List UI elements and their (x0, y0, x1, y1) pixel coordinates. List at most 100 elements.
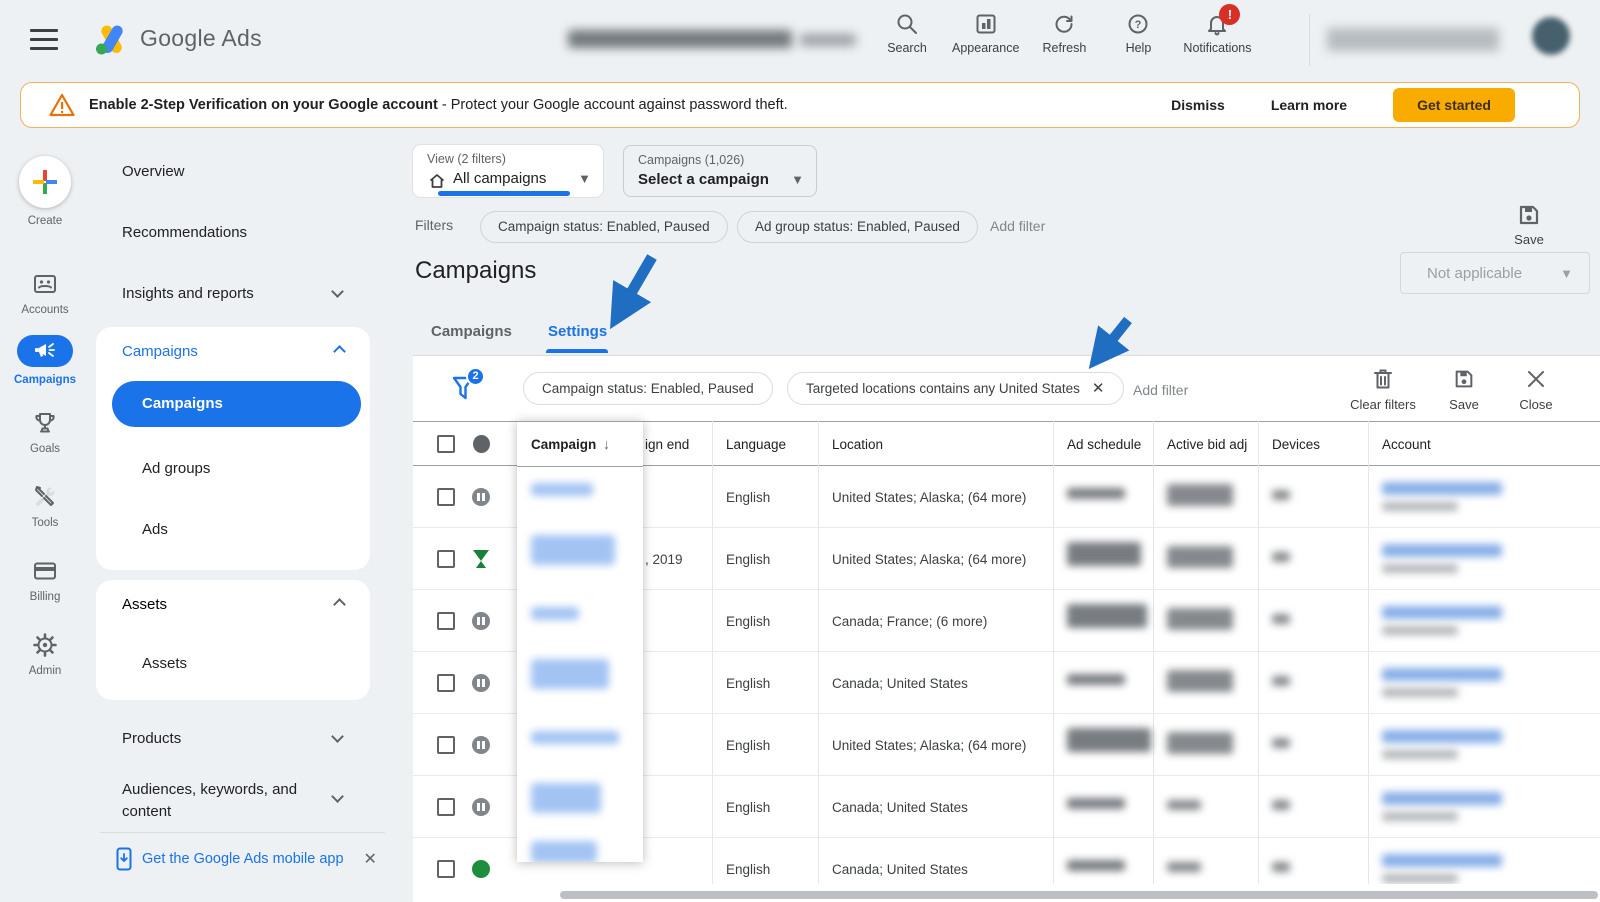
rail-item-goals[interactable]: Goals (0, 410, 90, 455)
account-link-redacted[interactable] (1382, 606, 1502, 619)
nav-item-audiences[interactable]: Audiences, keywords, and content (122, 779, 332, 823)
help-icon: ? (1128, 14, 1148, 34)
rail-item-admin[interactable]: Admin (0, 632, 90, 677)
add-filter-button[interactable]: Add filter (990, 218, 1045, 234)
chevron-up-icon[interactable] (333, 345, 346, 358)
help-button[interactable]: ? Help (1109, 12, 1167, 55)
megaphone-icon (35, 343, 55, 357)
column-header-ad-schedule[interactable]: Ad schedule (1067, 437, 1141, 452)
column-header-account[interactable]: Account (1382, 437, 1431, 452)
chevron-up-icon[interactable] (333, 598, 346, 611)
column-header-location[interactable]: Location (832, 437, 883, 452)
campaign-link-redacted[interactable] (531, 535, 615, 565)
account-link-redacted[interactable] (1382, 854, 1502, 867)
campaign-link-redacted[interactable] (531, 483, 593, 496)
chevron-down-icon[interactable] (331, 285, 344, 298)
remove-filter-icon[interactable]: ✕ (1092, 373, 1105, 404)
campaign-selector[interactable]: Campaigns (1,026) Select a campaign ▼ (623, 145, 817, 197)
account-link-redacted[interactable] (1382, 544, 1502, 557)
dismiss-button[interactable]: Dismiss (1171, 97, 1225, 113)
tab-settings[interactable]: Settings (548, 323, 607, 340)
column-header-active-bid-adj[interactable]: Active bid adj (1167, 437, 1247, 452)
tab-campaigns[interactable]: Campaigns (431, 323, 512, 340)
nav-item-recommendations[interactable]: Recommendations (122, 224, 247, 241)
close-icon[interactable]: ✕ (364, 849, 377, 869)
get-started-button[interactable]: Get started (1393, 88, 1515, 122)
campaign-link-redacted[interactable] (531, 841, 597, 862)
menu-icon[interactable] (30, 29, 58, 50)
nav-item-campaigns-selected[interactable]: Campaigns (112, 381, 361, 427)
nav-item-overview[interactable]: Overview (122, 163, 185, 180)
row-checkbox[interactable] (437, 674, 455, 692)
save-filters-button[interactable]: Save (1432, 368, 1496, 412)
nav-group-campaigns[interactable]: Campaigns (122, 343, 198, 360)
mobile-app-link[interactable]: Get the Google Ads mobile app (142, 851, 344, 867)
ad-schedule-redacted (1067, 674, 1125, 685)
horizontal-scrollbar[interactable] (560, 891, 1598, 899)
chevron-down-icon[interactable] (331, 730, 344, 743)
row-checkbox[interactable] (437, 860, 455, 878)
close-filters-button[interactable]: Close (1505, 368, 1567, 412)
learn-more-button[interactable]: Learn more (1271, 97, 1347, 113)
row-checkbox[interactable] (437, 612, 455, 630)
close-icon (1528, 371, 1544, 387)
campaign-link-redacted[interactable] (531, 731, 619, 744)
nav-item-ads[interactable]: Ads (142, 521, 168, 538)
nav-item-insights[interactable]: Insights and reports (122, 285, 254, 302)
column-header-language[interactable]: Language (726, 437, 786, 452)
view-selector[interactable]: View (2 filters) All campaigns ▼ (413, 145, 603, 197)
not-applicable-dropdown[interactable]: Not applicable ▼ (1400, 252, 1590, 294)
save-view-button[interactable]: Save (1502, 203, 1556, 247)
row-checkbox[interactable] (437, 798, 455, 816)
column-header-devices[interactable]: Devices (1272, 437, 1320, 452)
filter-chip-campaign-status[interactable]: Campaign status: Enabled, Paused (480, 211, 728, 243)
ad-schedule-redacted (1067, 728, 1151, 752)
clear-filters-button[interactable]: Clear filters (1347, 368, 1419, 412)
account-link-redacted[interactable] (1382, 482, 1502, 495)
appearance-button[interactable]: Appearance (952, 12, 1019, 55)
campaign-end-cell: , 2019 (645, 552, 683, 567)
nav-item-ad-groups[interactable]: Ad groups (142, 460, 210, 477)
account-link-redacted[interactable] (1382, 730, 1502, 743)
rail-item-create[interactable]: Create (0, 156, 90, 227)
column-header-campaign-end[interactable]: ign end (645, 437, 689, 452)
campaign-link-redacted[interactable] (531, 607, 579, 620)
sort-descending-icon[interactable]: ↓ (603, 436, 610, 452)
row-checkbox[interactable] (437, 736, 455, 754)
campaign-link-redacted[interactable] (531, 783, 601, 813)
language-cell: English (726, 738, 771, 753)
account-link-redacted[interactable] (1382, 668, 1502, 681)
row-checkbox[interactable] (437, 550, 455, 568)
rail-label: Tools (31, 517, 59, 529)
campaign-link-redacted[interactable] (531, 659, 609, 689)
avatar[interactable] (1532, 17, 1570, 55)
page-title: Campaigns (415, 257, 537, 284)
plus-icon (33, 170, 57, 194)
nav-group-assets[interactable]: Assets (122, 596, 167, 613)
language-cell: English (726, 614, 771, 629)
nav-item-assets[interactable]: Assets (142, 655, 187, 672)
column-header-campaign[interactable]: Campaign (531, 437, 596, 452)
refresh-button[interactable]: Refresh (1035, 12, 1093, 55)
search-button[interactable]: Search (878, 12, 936, 55)
add-filter-button[interactable]: Add filter (1133, 382, 1188, 398)
chevron-down-icon[interactable] (331, 790, 344, 803)
rail-item-tools[interactable]: Tools (0, 484, 90, 529)
filter-chip-campaign-status[interactable]: Campaign status: Enabled, Paused (523, 372, 773, 405)
create-button[interactable] (19, 156, 71, 208)
filter-chip-ad-group-status[interactable]: Ad group status: Enabled, Paused (737, 211, 978, 243)
warning-icon (49, 93, 75, 117)
brand-title: Google Ads (140, 25, 262, 51)
row-checkbox[interactable] (437, 488, 455, 506)
filter-chip-targeted-locations[interactable]: Targeted locations contains any United S… (787, 372, 1124, 405)
notifications-button[interactable]: Notifications ! (1183, 4, 1252, 55)
rail-item-campaigns[interactable]: Campaigns (0, 335, 90, 386)
account-link-redacted[interactable] (1382, 792, 1502, 805)
devices-redacted (1272, 862, 1290, 872)
select-all-checkbox[interactable] (437, 435, 455, 453)
nav-item-products[interactable]: Products (122, 730, 181, 747)
top-nav: Search Appearance Refresh ? Help Notific… (878, 4, 1252, 55)
floating-campaign-column[interactable]: Campaign ↓ (517, 421, 643, 862)
rail-item-billing[interactable]: Billing (0, 558, 90, 603)
rail-item-accounts[interactable]: Accounts (0, 271, 90, 316)
